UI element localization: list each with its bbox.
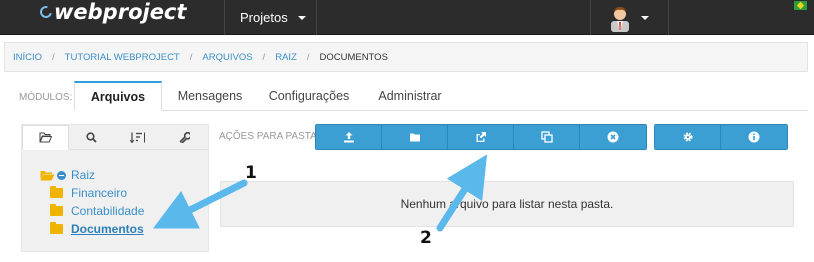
- tree-item-label: Financeiro: [71, 186, 128, 200]
- tab-configuracoes[interactable]: Configurações: [256, 81, 362, 111]
- tab-sort[interactable]: [115, 125, 162, 150]
- breadcrumb-separator: /: [189, 51, 193, 63]
- tree-item-label-selected: Documentos: [71, 222, 144, 236]
- breadcrumb-link-files[interactable]: ARQUIVOS: [202, 52, 252, 63]
- annotation-number-1: 1: [245, 163, 257, 183]
- top-navbar: webproject Projetos: [0, 0, 814, 35]
- tab-folders[interactable]: [22, 125, 69, 150]
- folder-tree: Raiz Financeiro Contabilidade Documentos: [40, 166, 144, 238]
- tree-item-label: Contabilidade: [71, 204, 145, 218]
- folder-open-icon: [39, 132, 52, 143]
- user-menu[interactable]: [590, 0, 668, 35]
- folder-icon: [50, 222, 63, 234]
- upload-icon: [343, 132, 354, 143]
- folder-open-icon: [40, 170, 55, 180]
- delete-button[interactable]: [580, 125, 646, 149]
- modules-label: MÓDULOS:: [19, 92, 73, 103]
- breadcrumb-link-home[interactable]: INÍCIO: [13, 52, 42, 63]
- annotation-number-2: 2: [420, 228, 432, 248]
- folder-icon: [50, 204, 63, 216]
- info-icon: [748, 131, 760, 143]
- breadcrumb-separator: /: [52, 51, 55, 63]
- tab-administrar[interactable]: Administrar: [366, 81, 454, 111]
- folder-tree-panel: Raiz Financeiro Contabilidade Documentos: [21, 124, 209, 252]
- tree-item-documentos[interactable]: Documentos: [40, 220, 144, 238]
- logo[interactable]: webproject: [37, 0, 187, 24]
- navbar-divider: [668, 0, 669, 35]
- breadcrumb: INÍCIO / TUTORIAL WEBPROJECT / ARQUIVOS …: [4, 42, 808, 72]
- logo-swoosh-icon: [37, 3, 55, 21]
- panel-tabs: [22, 125, 208, 150]
- projects-menu[interactable]: Projetos: [224, 0, 322, 35]
- sort-icon: [130, 132, 146, 143]
- copy-button[interactable]: [514, 125, 580, 149]
- navbar-divider: [316, 0, 317, 35]
- breadcrumb-separator: /: [262, 51, 266, 63]
- breadcrumb-link-root[interactable]: RAIZ: [275, 52, 297, 63]
- tab-settings[interactable]: [161, 125, 208, 150]
- search-icon: [86, 131, 97, 143]
- app-window: webproject Projetos INÍCIO / TUTORIAL WE…: [0, 0, 814, 262]
- tab-arquivos[interactable]: Arquivos: [74, 81, 162, 111]
- folder-extra-actions-group: [654, 124, 788, 150]
- tree-item-contabilidade[interactable]: Contabilidade: [40, 202, 144, 220]
- tree-item-financeiro[interactable]: Financeiro: [40, 184, 144, 202]
- breadcrumb-current: DOCUMENTOS: [319, 51, 388, 63]
- breadcrumb-separator: /: [306, 51, 310, 63]
- settings-button[interactable]: [655, 125, 721, 149]
- new-folder-button[interactable]: [382, 125, 448, 149]
- gear-icon: [682, 132, 693, 142]
- avatar: [611, 6, 629, 32]
- upload-button[interactable]: [316, 125, 382, 149]
- collapse-icon[interactable]: [57, 170, 66, 180]
- file-list-empty-state: Nenhum arquivo para listar nesta pasta.: [220, 181, 794, 227]
- copy-icon: [540, 131, 553, 143]
- tab-search[interactable]: [68, 125, 115, 150]
- projects-menu-label: Projetos: [240, 10, 288, 25]
- tree-item-root[interactable]: Raiz: [40, 166, 144, 184]
- empty-message: Nenhum arquivo para listar nesta pasta.: [400, 197, 614, 211]
- tree-item-label: Raiz: [71, 168, 96, 182]
- folder-actions-group: [315, 124, 647, 150]
- share-icon: [476, 132, 486, 142]
- chevron-down-icon: [641, 15, 649, 20]
- wrench-icon: [179, 131, 191, 143]
- folder-actions-label: AÇÕES PARA PASTA:: [219, 131, 320, 142]
- chevron-down-icon: [297, 15, 306, 20]
- brazil-flag-icon[interactable]: [794, 1, 807, 10]
- logo-text: webproject: [54, 0, 187, 24]
- breadcrumb-link-project[interactable]: TUTORIAL WEBPROJECT: [65, 52, 180, 63]
- info-button[interactable]: [721, 125, 787, 149]
- folder-icon: [409, 133, 420, 142]
- share-button[interactable]: [448, 125, 514, 149]
- tab-mensagens[interactable]: Mensagens: [166, 81, 254, 111]
- folder-icon: [50, 186, 63, 198]
- close-circle-icon: [607, 131, 619, 143]
